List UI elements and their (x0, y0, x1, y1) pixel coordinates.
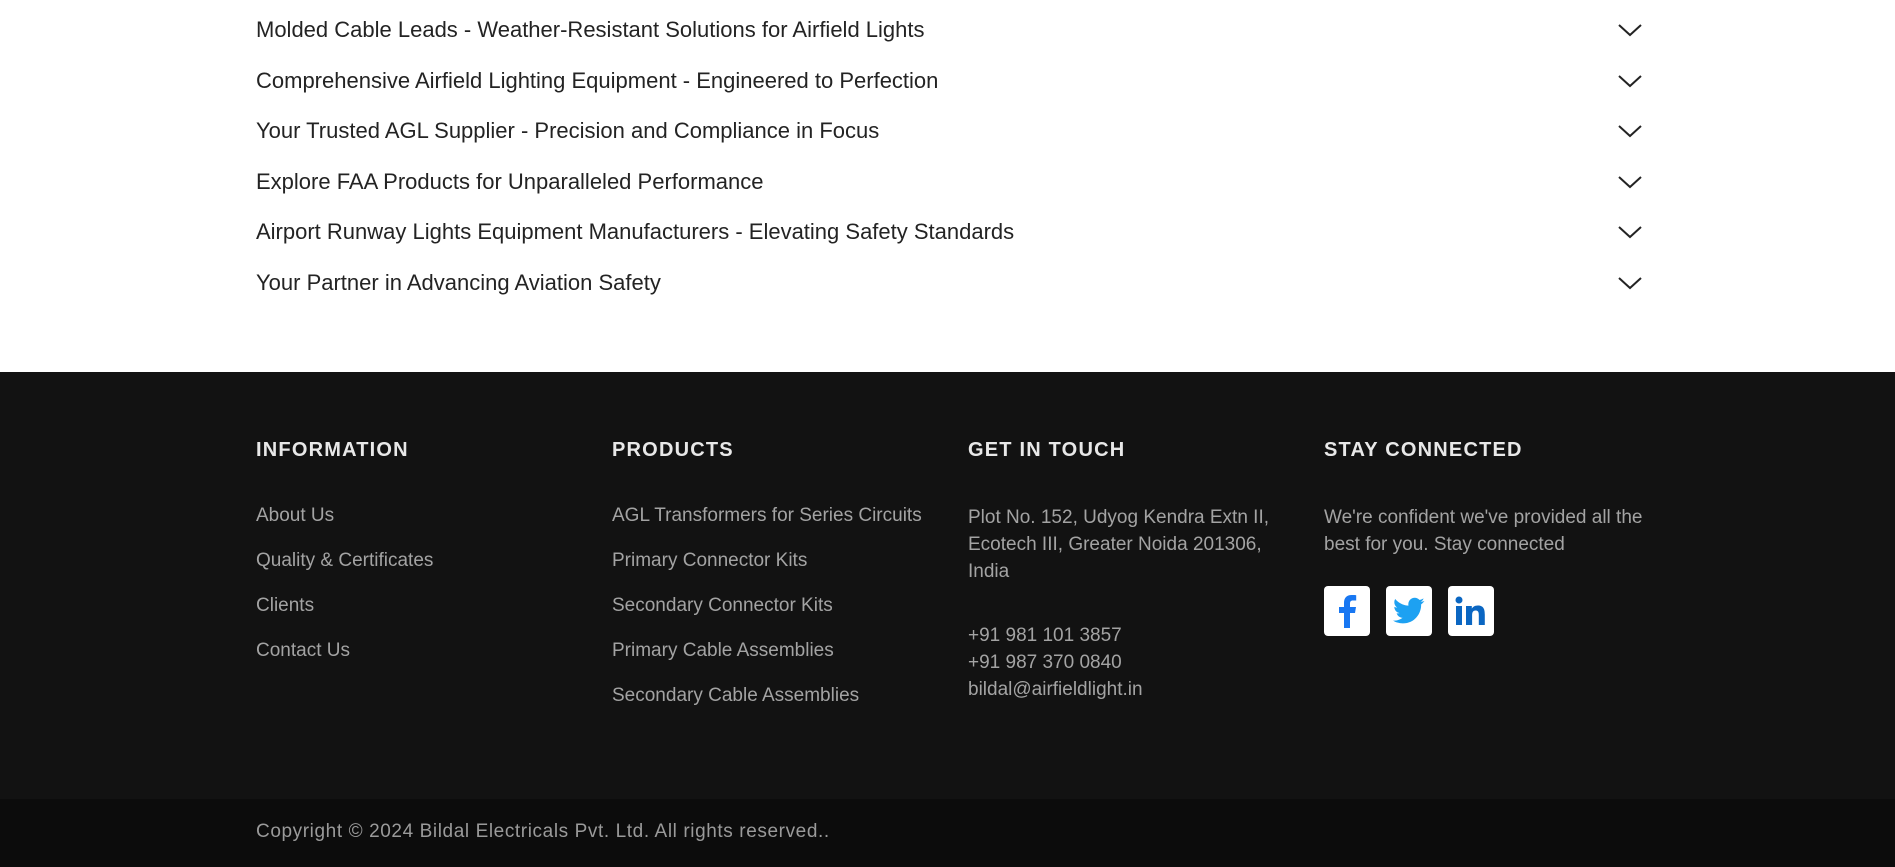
chevron-down-icon[interactable] (1617, 20, 1643, 40)
site-footer: INFORMATION About Us Quality & Certifica… (0, 372, 1895, 799)
faq-section: Molded Cable Leads - Weather-Resistant S… (0, 0, 1895, 372)
information-column: INFORMATION About Us Quality & Certifica… (256, 436, 586, 682)
faq-item[interactable]: Your Partner in Advancing Aviation Safet… (256, 267, 1644, 318)
stay-connected-text: We're confident we've provided all the b… (1324, 507, 1643, 555)
stay-connected-column: STAY CONNECTED We're confident we've pro… (1324, 436, 1654, 636)
chevron-down-icon[interactable] (1617, 273, 1643, 293)
footer-link-agl-transformers[interactable]: AGL Transformers for Series Circuits (612, 502, 942, 529)
footer-link-primary-cable-assemblies[interactable]: Primary Cable Assemblies (612, 637, 942, 664)
linkedin-link[interactable] (1448, 586, 1494, 636)
faq-list: Molded Cable Leads - Weather-Resistant S… (256, 14, 1644, 317)
faq-question: Comprehensive Airfield Lighting Equipmen… (256, 67, 939, 93)
contact-lines: +91 981 101 3857 +91 987 370 0840 bildal… (968, 622, 1288, 703)
contact-address: Plot No. 152, Udyog Kendra Extn II, Ecot… (968, 507, 1270, 582)
linkedin-icon (1455, 596, 1485, 625)
copyright-bar: Copyright © 2024 Bildal Electricals Pvt.… (0, 799, 1895, 867)
faq-question: Your Trusted AGL Supplier - Precision an… (256, 118, 880, 143)
footer-link-about-us[interactable]: About Us (256, 502, 586, 529)
stay-connected-heading: STAY CONNECTED (1324, 439, 1523, 461)
twitter-link[interactable] (1386, 586, 1432, 636)
faq-question: Airport Runway Lights Equipment Manufact… (256, 219, 1015, 244)
footer-link-secondary-connector-kits[interactable]: Secondary Connector Kits (612, 592, 942, 619)
faq-question: Your Partner in Advancing Aviation Safet… (256, 269, 661, 295)
products-links: AGL Transformers for Series Circuits Pri… (612, 502, 942, 709)
footer-link-quality-certificates[interactable]: Quality & Certificates (256, 547, 586, 574)
products-heading: PRODUCTS (612, 439, 734, 461)
footer-link-clients[interactable]: Clients (256, 592, 586, 619)
information-heading: INFORMATION (256, 439, 409, 461)
faq-item[interactable]: Explore FAA Products for Unparalleled Pe… (256, 166, 1644, 217)
chevron-down-icon[interactable] (1617, 71, 1643, 91)
twitter-icon (1393, 597, 1425, 624)
faq-item[interactable]: Your Trusted AGL Supplier - Precision an… (256, 115, 1644, 166)
footer-link-primary-connector-kits[interactable]: Primary Connector Kits (612, 547, 942, 574)
faq-item[interactable]: Airport Runway Lights Equipment Manufact… (256, 216, 1644, 267)
chevron-down-icon[interactable] (1617, 222, 1643, 242)
faq-item[interactable]: Molded Cable Leads - Weather-Resistant S… (256, 14, 1644, 65)
facebook-icon (1339, 595, 1357, 628)
faq-item[interactable]: Comprehensive Airfield Lighting Equipmen… (256, 65, 1644, 116)
chevron-down-icon[interactable] (1617, 121, 1643, 141)
information-links: About Us Quality & Certificates Clients … (256, 502, 586, 664)
contact-column: GET IN TOUCH Plot No. 152, Udyog Kendra … (968, 436, 1288, 703)
faq-question: Molded Cable Leads - Weather-Resistant S… (256, 17, 925, 42)
chevron-down-icon[interactable] (1617, 172, 1643, 192)
contact-phone-1[interactable]: +91 981 101 3857 (968, 622, 1288, 649)
faq-question: Explore FAA Products for Unparalleled Pe… (256, 168, 764, 194)
footer-link-secondary-cable-assemblies[interactable]: Secondary Cable Assemblies (612, 682, 942, 709)
footer-link-contact-us[interactable]: Contact Us (256, 637, 586, 664)
products-column: PRODUCTS AGL Transformers for Series Cir… (612, 436, 942, 727)
social-links (1324, 586, 1654, 636)
contact-phone-2[interactable]: +91 987 370 0840 (968, 649, 1288, 676)
facebook-link[interactable] (1324, 586, 1370, 636)
copyright-text: Copyright © 2024 Bildal Electricals Pvt.… (256, 821, 830, 842)
contact-heading: GET IN TOUCH (968, 439, 1126, 461)
contact-email[interactable]: bildal@airfieldlight.in (968, 676, 1288, 703)
